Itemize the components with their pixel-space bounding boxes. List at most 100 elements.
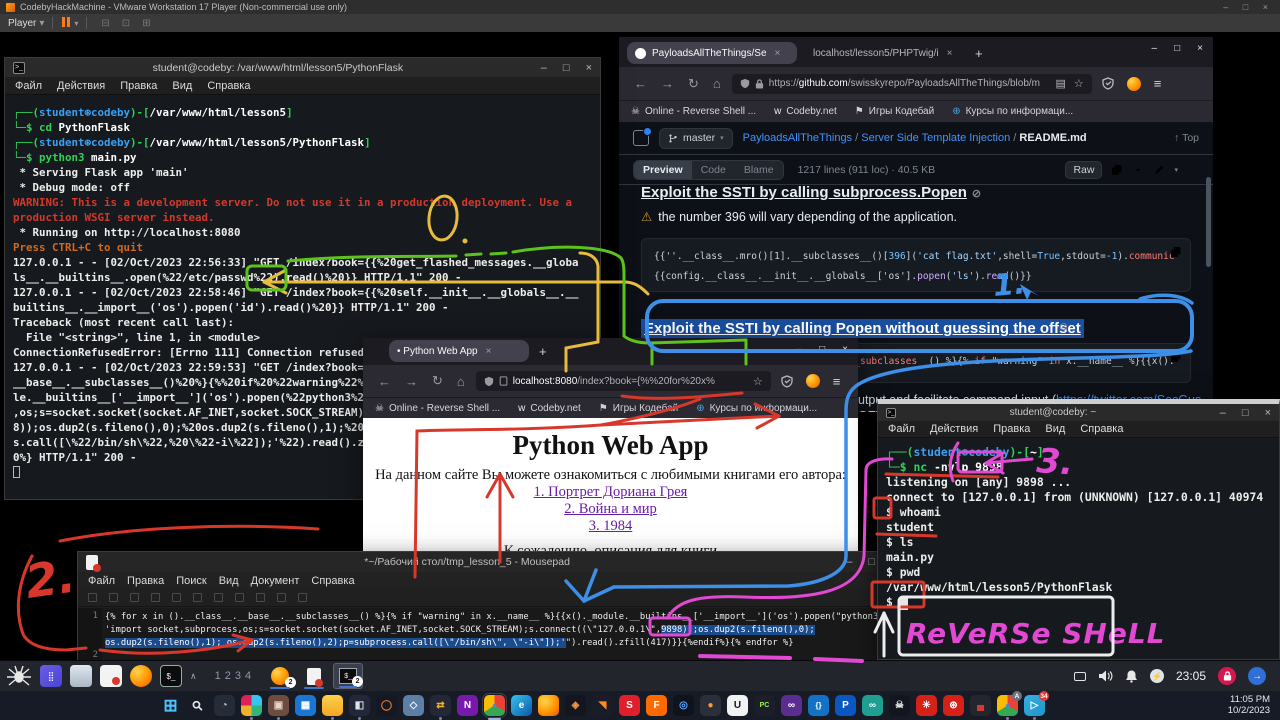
taskbar-icon-visual-studio[interactable]: ∞ — [781, 695, 802, 716]
tray-window-icon[interactable] — [1074, 672, 1086, 681]
tab-localhost-phptwig[interactable]: localhost/lesson5/PHPTwig/i × — [805, 42, 965, 64]
menu-item[interactable]: Справка — [311, 575, 354, 587]
menu-item[interactable]: Документ — [251, 575, 300, 587]
taskbar-icon-onenote[interactable]: N — [457, 695, 478, 716]
breadcrumb-folder-link[interactable]: Server Side Template Injection — [861, 132, 1010, 144]
taskbar-icon-vmware-workstation[interactable]: ◇ — [403, 695, 424, 716]
terminal-titlebar[interactable]: >_ student@codeby: ~ – □ × — [878, 404, 1279, 421]
taskbar-icon-chrome[interactable]: ● — [484, 695, 505, 716]
taskbar-icon-car-app[interactable]: ▄ — [970, 695, 991, 716]
menu-item[interactable]: Поиск — [176, 575, 206, 587]
taskbar-icon-teal-app[interactable]: ∞ — [862, 695, 883, 716]
tab-close-icon[interactable]: × — [947, 48, 953, 59]
pause-button[interactable] — [61, 17, 71, 30]
top-link[interactable]: ↑ Top — [1174, 132, 1199, 144]
menu-item[interactable]: Файл — [15, 80, 42, 92]
url-bar[interactable]: localhost:8080/index?book={%%20for%20x% … — [476, 371, 771, 391]
scrollbar[interactable] — [1206, 177, 1211, 267]
volume-icon[interactable] — [1098, 669, 1113, 683]
taskbar-icon-slack[interactable] — [241, 695, 262, 716]
terminal-menubar[interactable]: ФайлДействияПравкаВидСправка — [5, 77, 600, 95]
taskbar-icon-unreal[interactable]: U — [727, 695, 748, 716]
taskbar-icon-carrot[interactable]: ◥ — [592, 695, 613, 716]
new-tab-button[interactable]: + — [975, 46, 983, 61]
minimize-button[interactable]: – — [846, 556, 852, 568]
firefox-account-icon[interactable] — [1127, 77, 1141, 91]
taskbar-icon-edge[interactable]: e — [511, 695, 532, 716]
tab-payloadsallthethings[interactable]: PayloadsAllTheThings/Se × — [627, 42, 797, 64]
minimize-button[interactable]: – — [1220, 407, 1226, 419]
taskbar-icon-orange-f-app[interactable]: F — [646, 695, 667, 716]
taskbar-icon-compass-red[interactable]: ✳ — [916, 695, 937, 716]
book-link[interactable]: 2. Война и мир — [363, 501, 858, 518]
bookmark-item[interactable]: ⊕Курсы по информаци... — [952, 106, 1073, 117]
player-menu[interactable]: Player — [8, 18, 36, 29]
raw-button[interactable]: Raw — [1065, 161, 1102, 179]
host-clock[interactable]: 11:05 PM 10/2/2023 — [1228, 694, 1270, 716]
minimize-button[interactable]: – — [541, 62, 547, 74]
menu-item[interactable]: Правка — [120, 80, 157, 92]
fullscreen-icon[interactable]: ⊡ — [122, 18, 130, 29]
home-button[interactable]: ⌂ — [457, 374, 465, 389]
new-tab-button[interactable]: + — [539, 344, 547, 359]
mousepad-menubar[interactable]: Файл Правка Поиск Вид Документ Справка — [78, 572, 883, 589]
notifications-bell-icon[interactable] — [1125, 669, 1138, 683]
taskbar-icon-davinci[interactable]: ◈ — [565, 695, 586, 716]
taskbar-icon-kali-skull[interactable]: ☠ — [889, 695, 910, 716]
vm-clock[interactable]: 23:05 — [1176, 669, 1206, 683]
tab-preview[interactable]: Preview — [634, 161, 692, 179]
bookmark-item[interactable]: wCodeby.net — [518, 403, 581, 414]
vmware-window-controls[interactable]: – □ × — [1223, 2, 1274, 12]
back-button[interactable]: ← — [378, 374, 391, 389]
firefox-launcher-icon[interactable] — [130, 665, 152, 687]
menu-icon[interactable]: ≡ — [833, 374, 841, 389]
taskbar-icon-orange-ring[interactable]: ◯ — [376, 695, 397, 716]
tab-python-web-app[interactable]: • Python Web App × — [389, 340, 529, 362]
close-button[interactable]: × — [586, 62, 592, 74]
branch-selector[interactable]: master ▾ — [659, 128, 733, 149]
taskbar-icon-pycharm[interactable]: PC — [754, 695, 775, 716]
menu-item[interactable]: Файл — [88, 575, 115, 587]
taskbar-icon-yellow-arrows[interactable]: ⇄ — [430, 695, 451, 716]
menu-icon[interactable]: ≡ — [1154, 76, 1162, 91]
file-tree-icon[interactable] — [633, 130, 649, 146]
lock-screen-icon[interactable] — [1218, 667, 1236, 685]
taskbar-icon-blue-p-app[interactable]: P — [835, 695, 856, 716]
taskbar-icon-widgets[interactable]: ◔ — [214, 695, 235, 716]
book-link[interactable]: 1. Портрет Дориана Грея — [363, 484, 858, 501]
breadcrumb-repo-link[interactable]: PayloadsAllTheThings — [743, 132, 852, 144]
menu-item[interactable]: Вид — [172, 80, 192, 92]
menu-item[interactable]: Действия — [57, 80, 105, 92]
copy-icon[interactable] — [1170, 246, 1182, 258]
taskbar-icon-lens-app[interactable]: ◎ — [673, 695, 694, 716]
taskbar-firefox-button[interactable]: 2 — [265, 663, 295, 689]
maximize-button[interactable]: □ — [868, 556, 875, 568]
menu-item[interactable]: Правка — [127, 575, 164, 587]
taskbar-icon-photos[interactable]: ▣ — [268, 695, 289, 716]
bookmark-item[interactable]: ⚑Игры Кодебай — [599, 403, 678, 414]
pocket-shield-icon[interactable] — [1102, 77, 1114, 90]
send-keys-icon[interactable]: ⊟ — [101, 18, 109, 29]
anchor-link-icon[interactable]: ⊘ — [1059, 320, 1068, 333]
menu-item[interactable]: Вид — [219, 575, 239, 587]
taskbar-icon-calendar[interactable]: ▦ — [295, 695, 316, 716]
taskbar-mousepad-button[interactable] — [299, 663, 329, 689]
taskbar-icon-search[interactable]: ⚲ — [187, 695, 208, 716]
taskbar-icon-file-explorer[interactable] — [322, 695, 343, 716]
mousepad-launcher-icon[interactable] — [100, 665, 122, 687]
payload-text[interactable]: {% for x in ().__class__.__base__.__subc… — [102, 608, 883, 660]
window-controls[interactable]: –□× — [797, 344, 848, 355]
mousepad-titlebar[interactable]: *~/Рабочий стол/tmp_lesson_5 - Mousepad … — [78, 552, 883, 572]
taskbar-icon-blender[interactable]: ● — [700, 695, 721, 716]
app-menu-icon[interactable]: ⣿ — [40, 665, 62, 687]
bookmark-star-icon[interactable]: ☆ — [753, 375, 763, 388]
file-manager-icon[interactable] — [70, 665, 92, 687]
tab-close-icon[interactable]: × — [486, 346, 492, 357]
reader-mode-icon[interactable]: ▤ — [1055, 77, 1065, 90]
taskbar-icon-chrome-profile[interactable]: ●A — [997, 695, 1018, 716]
taskbar-icon-firefox[interactable] — [538, 695, 559, 716]
bookmark-item[interactable]: ☠Online - Reverse Shell ... — [375, 403, 500, 414]
maximize-button[interactable]: □ — [563, 62, 570, 74]
taskbar-icon-telegram[interactable]: ▷34 — [1024, 695, 1045, 716]
reload-button[interactable]: ↻ — [688, 76, 699, 92]
